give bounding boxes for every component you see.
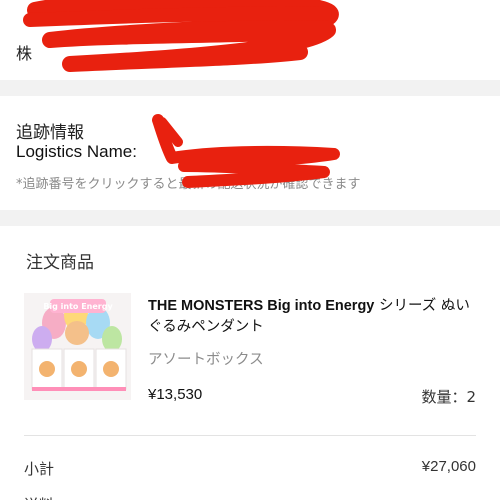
product-box-image: Big into Energy: [24, 293, 131, 400]
product-name[interactable]: THE MONSTERS Big into Energy シリーズ ぬいぐるみペ…: [148, 296, 478, 338]
product-variant: アソートボックス: [148, 352, 264, 368]
divider: [24, 435, 476, 436]
product-price: ¥13,530: [148, 386, 203, 403]
product-thumbnail[interactable]: Big into Energy: [24, 293, 131, 400]
logistics-name-label: Logistics Name:: [16, 142, 137, 161]
shipping-row-partial: 送料: [24, 494, 476, 500]
tracking-note: *追跡番号をクリックすると最新の配送状況が確認できます: [16, 177, 361, 192]
subtotal-row: 小計 ¥27,060: [24, 458, 476, 479]
redaction-scribble-address: [23, 0, 339, 72]
product-quantity: 数量：2: [421, 388, 476, 406]
box-logo-text: Big into Energy: [43, 302, 113, 311]
subtotal-label: 小計: [24, 460, 55, 478]
order-items-card: 注文商品 Big into Energy THE MONSTERS Big in…: [0, 226, 500, 500]
shipping-address-card: 株: [0, 0, 500, 80]
order-items-title: 注文商品: [26, 253, 94, 273]
tracking-info-card: 追跡情報 Logistics Name: *追跡番号をクリックすると最新の配送状…: [0, 96, 500, 210]
subtotal-value: ¥27,060: [421, 458, 476, 475]
product-name-en: THE MONSTERS Big into Energy: [148, 298, 375, 314]
address-label: 株: [16, 44, 33, 63]
tracking-title: 追跡情報: [16, 123, 84, 143]
shipping-label: 送料: [24, 496, 54, 500]
